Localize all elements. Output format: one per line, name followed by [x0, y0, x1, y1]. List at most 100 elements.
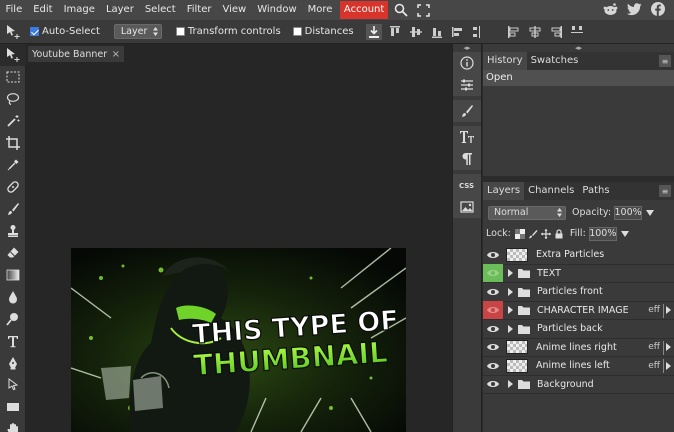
menu-layer[interactable]: Layer: [100, 0, 139, 20]
pen-tool[interactable]: [0, 352, 26, 374]
transform-controls-checkbox[interactable]: Transform controls: [175, 26, 281, 37]
visibility-toggle[interactable]: [483, 338, 503, 356]
search-icon[interactable]: [392, 1, 410, 19]
auto-select-checkbox[interactable]: Auto-Select: [30, 26, 100, 37]
menu-filter[interactable]: Filter: [181, 0, 217, 20]
distribute-icon[interactable]: [471, 24, 487, 40]
effects-expand-icon[interactable]: [666, 343, 671, 352]
healing-brush-tool[interactable]: [0, 176, 26, 198]
lasso-tool[interactable]: [0, 88, 26, 110]
history-item-open[interactable]: Open: [483, 70, 674, 86]
visibility-toggle[interactable]: [483, 375, 503, 393]
account-button[interactable]: Account: [339, 1, 389, 19]
menu-more[interactable]: More: [302, 0, 338, 20]
crop-tool[interactable]: [0, 132, 26, 154]
layer-row[interactable]: TEXT: [483, 264, 674, 283]
lock-pixels-icon[interactable]: [528, 229, 538, 239]
expand-arrow-icon[interactable]: [505, 269, 515, 278]
collapse-handle-icon[interactable]: ◂▸: [453, 44, 481, 52]
menu-window[interactable]: Window: [252, 0, 302, 20]
tab-paths[interactable]: Paths: [578, 182, 613, 200]
align-bottom-icon[interactable]: [429, 24, 445, 40]
expand-arrow-icon[interactable]: [505, 287, 515, 296]
layer-effects-label[interactable]: eff: [648, 361, 660, 371]
layer-row[interactable]: Particles front: [483, 283, 674, 302]
twitter-icon[interactable]: [626, 1, 642, 17]
lock-transparency-icon[interactable]: [514, 228, 525, 239]
eyedropper-tool[interactable]: [0, 154, 26, 176]
visibility-toggle[interactable]: [483, 301, 503, 320]
layer-row[interactable]: CHARACTER IMAGE eff: [483, 301, 674, 320]
effects-expand-icon[interactable]: [666, 361, 671, 370]
eraser-tool[interactable]: [0, 242, 26, 264]
align-horizontal-left-icon[interactable]: [506, 24, 522, 40]
reddit-icon[interactable]: [602, 1, 618, 17]
type-tool[interactable]: [0, 330, 26, 352]
auto-select-target-dropdown[interactable]: Layer: [113, 24, 162, 39]
effects-expand-icon[interactable]: [666, 306, 671, 315]
menu-image[interactable]: Image: [58, 0, 100, 20]
transform-controls-checkbox-box[interactable]: [175, 27, 185, 36]
facebook-icon[interactable]: [650, 1, 666, 17]
move-tool[interactable]: [0, 44, 26, 66]
distribute-horizontal-icon[interactable]: [569, 24, 585, 40]
hand-tool[interactable]: [0, 418, 26, 432]
character-panel-button[interactable]: [453, 126, 481, 148]
clone-stamp-tool[interactable]: [0, 220, 26, 242]
visibility-toggle[interactable]: [483, 283, 503, 301]
visibility-toggle[interactable]: [483, 320, 503, 338]
align-top-icon[interactable]: [387, 24, 403, 40]
layer-row[interactable]: Anime lines right eff: [483, 338, 674, 357]
fullscreen-icon[interactable]: [414, 1, 432, 19]
image-canvas[interactable]: THIS TYPE OF THUMBNAIL: [71, 248, 406, 432]
align-horizontal-right-icon[interactable]: [548, 24, 564, 40]
visibility-toggle[interactable]: [483, 357, 503, 375]
menu-edit[interactable]: Edit: [28, 0, 58, 20]
align-left-icon[interactable]: [450, 24, 466, 40]
blur-tool[interactable]: [0, 286, 26, 308]
menu-file[interactable]: File: [0, 0, 28, 20]
layer-row[interactable]: Extra Particles: [483, 246, 674, 265]
info-panel-button[interactable]: [453, 52, 481, 74]
fill-input[interactable]: 100%: [588, 226, 617, 241]
dodge-tool[interactable]: [0, 308, 26, 330]
download-icon[interactable]: [365, 23, 382, 40]
align-vertical-center-icon[interactable]: [408, 24, 424, 40]
magic-wand-tool[interactable]: [0, 110, 26, 132]
lock-position-icon[interactable]: [540, 228, 551, 239]
visibility-toggle[interactable]: [483, 264, 503, 283]
visibility-toggle[interactable]: [483, 246, 503, 264]
image-panel-button[interactable]: [453, 196, 481, 218]
menu-view[interactable]: View: [217, 0, 252, 20]
opacity-input[interactable]: 100%: [614, 205, 643, 220]
panel-menu-icon[interactable]: ≡: [659, 55, 671, 67]
document-workspace[interactable]: Youtube Banner × THIS TYPE OF THUMBNAIL: [26, 44, 452, 432]
expand-arrow-icon[interactable]: [505, 306, 515, 315]
gradient-tool[interactable]: [0, 264, 26, 286]
distances-checkbox-box[interactable]: [292, 27, 302, 36]
brush-presets-button[interactable]: [453, 100, 481, 122]
menu-select[interactable]: Select: [139, 0, 181, 20]
marquee-tool[interactable]: [0, 66, 26, 88]
history-collapse-icon[interactable]: ◂▸: [483, 44, 674, 52]
tab-swatches[interactable]: Swatches: [527, 52, 583, 70]
expand-arrow-icon[interactable]: [505, 380, 515, 389]
layer-row[interactable]: Background: [483, 375, 674, 394]
paragraph-panel-button[interactable]: [453, 148, 481, 170]
layers-menu-icon[interactable]: ≡: [659, 185, 671, 197]
close-icon[interactable]: ×: [112, 49, 120, 60]
blend-mode-dropdown[interactable]: Normal: [488, 205, 566, 220]
opacity-slider-toggle[interactable]: [646, 209, 655, 216]
layer-row[interactable]: Anime lines left eff: [483, 357, 674, 376]
tab-channels[interactable]: Channels: [524, 182, 578, 200]
fill-slider-toggle[interactable]: [620, 230, 629, 237]
rectangle-tool[interactable]: [0, 396, 26, 418]
css-panel-button[interactable]: CSS: [453, 174, 481, 196]
move-tool-preset-icon[interactable]: [0, 20, 26, 44]
tab-history[interactable]: History: [483, 52, 527, 70]
layer-row[interactable]: Particles back: [483, 320, 674, 339]
auto-select-checkbox-box[interactable]: [30, 27, 39, 36]
distances-checkbox[interactable]: Distances: [292, 26, 354, 37]
expand-arrow-icon[interactable]: [505, 324, 515, 333]
layer-effects-label[interactable]: eff: [648, 305, 660, 315]
